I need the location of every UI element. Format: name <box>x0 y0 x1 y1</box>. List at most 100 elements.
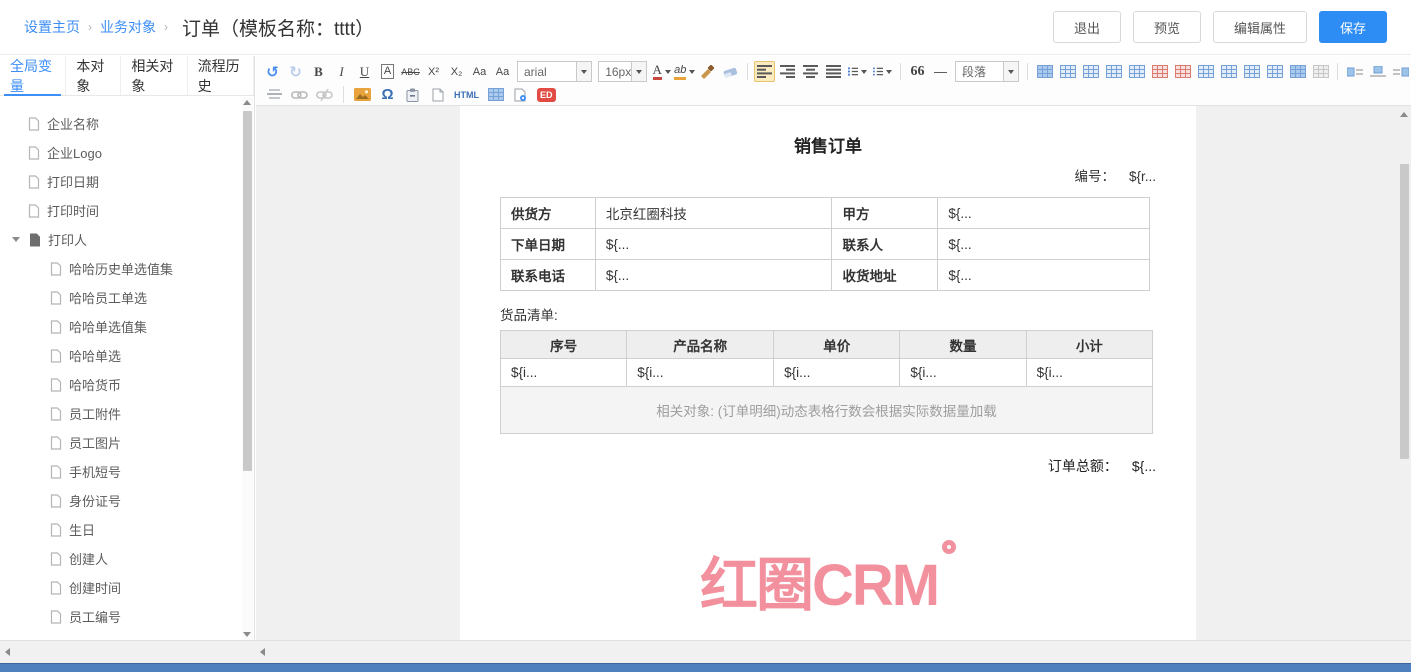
redo-button[interactable]: ↻ <box>285 61 306 82</box>
tree-item-print-date[interactable]: 打印日期 <box>0 167 242 196</box>
insert-dynamic-table-button[interactable] <box>485 84 506 105</box>
ordered-list-button[interactable] <box>846 61 869 82</box>
tree-item-mobile-short-number[interactable]: 手机短号 <box>0 457 242 486</box>
insert-table-button[interactable] <box>1034 61 1055 82</box>
info-cell-label[interactable]: 联系人 <box>832 229 938 260</box>
tree-item-id-number[interactable]: 身份证号 <box>0 486 242 515</box>
image-float-right-button[interactable] <box>1390 61 1411 82</box>
tree-item-birthday[interactable]: 生日 <box>0 515 242 544</box>
unordered-list-button[interactable] <box>871 61 894 82</box>
lowercase-button[interactable]: Aa <box>492 61 513 82</box>
scrollbar-thumb[interactable] <box>243 111 252 471</box>
select-caret-icon[interactable] <box>576 62 591 81</box>
paragraph-format-select[interactable]: 段落 <box>955 61 1020 82</box>
bold-button[interactable]: B <box>308 61 329 82</box>
tree-item-company-logo[interactable]: 企业Logo <box>0 138 242 167</box>
items-header-seq[interactable]: 序号 <box>501 331 627 359</box>
tree-item-print-person[interactable]: 打印人 <box>0 225 242 254</box>
tree-item-haha-single[interactable]: 哈哈单选 <box>0 341 242 370</box>
scroll-down-icon[interactable] <box>243 632 251 637</box>
canvas-scrollbar[interactable] <box>1398 106 1411 640</box>
image-float-left-button[interactable] <box>1344 61 1365 82</box>
info-cell-label[interactable]: 联系电话 <box>501 260 596 291</box>
image-float-center-button[interactable] <box>1367 61 1388 82</box>
info-cell-label[interactable]: 下单日期 <box>501 229 596 260</box>
info-cell-value[interactable]: 北京红圈科技 <box>595 198 832 229</box>
strikethrough-button[interactable]: ABC <box>400 61 421 82</box>
info-cell-value[interactable]: ${... <box>595 260 832 291</box>
font-border-button[interactable]: A <box>377 61 398 82</box>
breadcrumb-link-business-objects[interactable]: 业务对象 <box>100 17 156 37</box>
scroll-left-icon[interactable] <box>260 648 265 656</box>
tree-item-haha-currency[interactable]: 哈哈货币 <box>0 370 242 399</box>
table-properties-button[interactable] <box>1287 61 1308 82</box>
html-source-button[interactable]: HTML <box>452 84 481 105</box>
items-cell-placeholder[interactable]: ${i... <box>1026 359 1152 387</box>
items-cell-placeholder[interactable]: ${i... <box>627 359 774 387</box>
paste-button[interactable] <box>402 84 423 105</box>
items-header-price[interactable]: 单价 <box>774 331 900 359</box>
tab-this-object[interactable]: 本对象 <box>66 56 121 95</box>
items-header-product[interactable]: 产品名称 <box>627 331 774 359</box>
info-cell-label[interactable]: 甲方 <box>832 198 938 229</box>
tree-item-employee-attachment[interactable]: 员工附件 <box>0 399 242 428</box>
tree-item-employee-photo[interactable]: 员工图片 <box>0 428 242 457</box>
tree-item-employee-number[interactable]: 员工编号 <box>0 602 242 631</box>
align-center-button[interactable] <box>800 61 821 82</box>
items-header-subtotal[interactable]: 小计 <box>1026 331 1152 359</box>
delete-table-button[interactable] <box>1310 61 1331 82</box>
insert-row-above-button[interactable] <box>1057 61 1078 82</box>
scroll-up-icon[interactable] <box>243 100 251 105</box>
document-title[interactable]: 销售订单 <box>500 132 1156 157</box>
insert-row-below-button[interactable] <box>1126 61 1147 82</box>
eraser-button[interactable] <box>720 61 741 82</box>
delete-col-button[interactable] <box>1149 61 1170 82</box>
tree-item-haha-single-valueset[interactable]: 哈哈单选值集 <box>0 312 242 341</box>
align-right-button[interactable] <box>777 61 798 82</box>
edit-properties-button[interactable]: 编辑属性 <box>1213 11 1307 43</box>
merge-cells-button[interactable] <box>1195 61 1216 82</box>
scroll-left-icon[interactable] <box>5 648 10 656</box>
horizontal-scrollbar-strip[interactable] <box>0 640 1411 663</box>
split-cells-horizontal-button[interactable] <box>1218 61 1239 82</box>
tree-item-company-name[interactable]: 企业名称 <box>0 109 242 138</box>
special-char-button[interactable]: Ω <box>377 84 398 105</box>
new-document-button[interactable] <box>427 84 448 105</box>
info-cell-label[interactable]: 供货方 <box>501 198 596 229</box>
order-number-line[interactable]: 编号：${r... <box>500 165 1156 185</box>
tree-item-creator[interactable]: 创建人 <box>0 544 242 573</box>
info-cell-label[interactable]: 收货地址 <box>832 260 938 291</box>
blockquote-button[interactable]: 66 <box>907 61 928 82</box>
horizontal-rule-button[interactable]: — <box>930 61 951 82</box>
tree-item-haha-history-single-valueset[interactable]: 哈哈历史单选值集 <box>0 254 242 283</box>
template-page[interactable]: 销售订单 编号：${r... 供货方 北京红圈科技 甲方 ${... 下单日期 … <box>460 106 1196 640</box>
tab-process-history[interactable]: 流程历史 <box>188 56 254 95</box>
tab-global-variables[interactable]: 全局变量 <box>0 56 66 95</box>
save-button[interactable]: 保存 <box>1319 11 1387 43</box>
uppercase-button[interactable]: Aa <box>469 61 490 82</box>
split-cells-vertical-button[interactable] <box>1241 61 1262 82</box>
exit-button[interactable]: 退出 <box>1053 11 1121 43</box>
delete-row-button[interactable] <box>1172 61 1193 82</box>
scroll-up-icon[interactable] <box>1400 112 1408 117</box>
insert-col-left-button[interactable] <box>1080 61 1101 82</box>
subscript-button[interactable]: X₂ <box>446 61 467 82</box>
order-number-placeholder[interactable]: ${r... <box>1129 169 1156 184</box>
info-cell-value[interactable]: ${... <box>938 260 1150 291</box>
font-color-button[interactable]: A <box>651 61 672 82</box>
align-left-button[interactable] <box>754 61 775 82</box>
align-justify-button[interactable] <box>823 61 844 82</box>
expand-caret-icon[interactable] <box>12 237 20 242</box>
info-cell-value[interactable]: ${... <box>938 229 1150 260</box>
anchor-button[interactable] <box>264 84 285 105</box>
order-total-line[interactable]: 订单总额：${... <box>500 456 1156 476</box>
tree-item-print-time[interactable]: 打印时间 <box>0 196 242 225</box>
format-painter-button[interactable] <box>697 61 718 82</box>
tab-related-objects[interactable]: 相关对象 <box>121 56 187 95</box>
breadcrumb-link-settings-home[interactable]: 设置主页 <box>24 17 80 37</box>
insert-field-button[interactable]: ED <box>535 84 558 105</box>
tree-item-create-time[interactable]: 创建时间 <box>0 573 242 602</box>
tree-item-haha-employee-single[interactable]: 哈哈员工单选 <box>0 283 242 312</box>
items-cell-placeholder[interactable]: ${i... <box>774 359 900 387</box>
scrollbar-thumb[interactable] <box>1400 164 1409 459</box>
